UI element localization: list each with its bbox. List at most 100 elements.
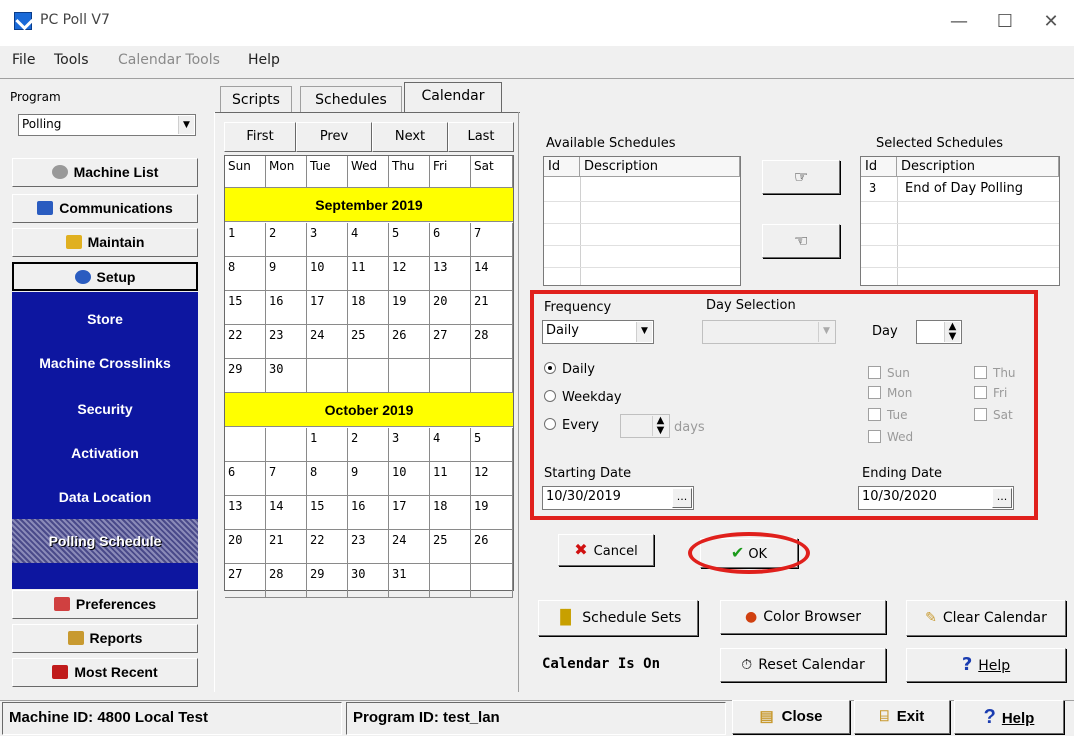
- status-help-button[interactable]: ? Help: [954, 700, 1064, 734]
- cal-last-button[interactable]: Last: [448, 122, 514, 152]
- minimize-icon[interactable]: —: [944, 8, 974, 36]
- check-fri[interactable]: Fri: [974, 386, 1007, 400]
- sub-activation[interactable]: Activation: [12, 445, 198, 461]
- calendar-day[interactable]: 21: [266, 530, 307, 564]
- ending-date-field[interactable]: 10/30/2020: [858, 486, 1014, 510]
- calendar-day[interactable]: 17: [307, 291, 348, 325]
- calendar-day[interactable]: 23: [348, 530, 389, 564]
- nav-maintain[interactable]: Maintain: [12, 228, 198, 257]
- selected-row-desc[interactable]: End of Day Polling: [905, 181, 1023, 196]
- calendar-day[interactable]: 7: [266, 462, 307, 496]
- calendar-day[interactable]: 9: [348, 462, 389, 496]
- calendar-day[interactable]: 10: [307, 257, 348, 291]
- calendar-day[interactable]: 4: [348, 223, 389, 257]
- calendar-day[interactable]: 14: [471, 257, 513, 291]
- calendar-day[interactable]: 28: [471, 325, 513, 359]
- calendar-day[interactable]: 5: [471, 428, 513, 462]
- cal-next-button[interactable]: Next: [372, 122, 448, 152]
- close-window-icon[interactable]: ✕: [1036, 8, 1066, 36]
- maximize-icon[interactable]: ☐: [990, 8, 1020, 36]
- cancel-button[interactable]: ✖ Cancel: [558, 534, 654, 566]
- calendar-day[interactable]: 22: [225, 325, 266, 359]
- calendar-day[interactable]: 27: [430, 325, 471, 359]
- calendar-day[interactable]: 19: [471, 496, 513, 530]
- frequency-select[interactable]: Daily ▼: [542, 320, 654, 344]
- calendar-day[interactable]: 7: [471, 223, 513, 257]
- remove-schedule-button[interactable]: ☜: [762, 224, 840, 258]
- calendar-day[interactable]: 25: [430, 530, 471, 564]
- radio-weekday[interactable]: Weekday: [544, 390, 622, 405]
- calendar-day[interactable]: 11: [430, 462, 471, 496]
- sub-store[interactable]: Store: [12, 311, 198, 327]
- calendar-day[interactable]: 8: [307, 462, 348, 496]
- calendar-day[interactable]: 24: [389, 530, 430, 564]
- calendar-day[interactable]: 9: [266, 257, 307, 291]
- calendar-day[interactable]: 6: [430, 223, 471, 257]
- day-selection-select[interactable]: ▼: [702, 320, 836, 344]
- color-browser-button[interactable]: ● Color Browser: [720, 600, 886, 634]
- reset-calendar-button[interactable]: ⏱ Reset Calendar: [720, 648, 886, 682]
- nav-machine-list[interactable]: Machine List: [12, 158, 198, 187]
- calendar-day[interactable]: 16: [348, 496, 389, 530]
- calendar-day[interactable]: 29: [307, 564, 348, 598]
- menu-file[interactable]: File: [12, 52, 35, 68]
- tab-calendar[interactable]: Calendar: [404, 82, 502, 112]
- calendar-day[interactable]: 28: [266, 564, 307, 598]
- tab-scripts[interactable]: Scripts: [220, 86, 292, 112]
- nav-preferences[interactable]: Preferences: [12, 590, 198, 619]
- tab-schedules[interactable]: Schedules: [300, 86, 402, 112]
- calendar-day[interactable]: 19: [389, 291, 430, 325]
- calendar-day[interactable]: 17: [389, 496, 430, 530]
- close-button[interactable]: ▤ Close: [732, 700, 850, 734]
- ending-date-picker-button[interactable]: ...: [992, 488, 1012, 508]
- radio-daily[interactable]: Daily: [544, 362, 595, 377]
- calendar-day[interactable]: 13: [225, 496, 266, 530]
- calendar-day[interactable]: 23: [266, 325, 307, 359]
- add-schedule-button[interactable]: ☞: [762, 160, 840, 194]
- day-spinner[interactable]: ▲ ▼: [916, 320, 962, 344]
- calendar-day[interactable]: 24: [307, 325, 348, 359]
- calendar-day[interactable]: 13: [430, 257, 471, 291]
- calendar-day[interactable]: 25: [348, 325, 389, 359]
- calendar-day[interactable]: 16: [266, 291, 307, 325]
- calendar-day[interactable]: 22: [307, 530, 348, 564]
- calendar-day[interactable]: 8: [225, 257, 266, 291]
- check-thu[interactable]: Thu: [974, 366, 1016, 380]
- calendar-day[interactable]: 26: [471, 530, 513, 564]
- calendar-day[interactable]: 20: [225, 530, 266, 564]
- selected-schedules-list[interactable]: Id Description 3 End of Day Polling: [860, 156, 1060, 286]
- sub-security[interactable]: Security: [12, 401, 198, 417]
- cal-prev-button[interactable]: Prev: [296, 122, 372, 152]
- menu-help[interactable]: Help: [248, 52, 280, 68]
- check-sun[interactable]: Sun: [868, 366, 910, 380]
- help-button[interactable]: ? Help: [906, 648, 1066, 682]
- calendar-day[interactable]: 15: [225, 291, 266, 325]
- starting-date-picker-button[interactable]: ...: [672, 488, 692, 508]
- calendar-day[interactable]: 1: [225, 223, 266, 257]
- calendar-day[interactable]: 14: [266, 496, 307, 530]
- selected-row-id[interactable]: 3: [869, 181, 876, 195]
- calendar-day[interactable]: 1: [307, 428, 348, 462]
- menu-tools[interactable]: Tools: [54, 52, 89, 68]
- every-days-spinner[interactable]: ▲ ▼: [620, 414, 670, 438]
- clear-calendar-button[interactable]: ✎ Clear Calendar: [906, 600, 1066, 636]
- calendar-day[interactable]: 26: [389, 325, 430, 359]
- calendar-day[interactable]: 3: [307, 223, 348, 257]
- nav-most-recent[interactable]: Most Recent: [12, 658, 198, 687]
- calendar-day[interactable]: 30: [266, 359, 307, 393]
- calendar-day[interactable]: 29: [225, 359, 266, 393]
- cal-first-button[interactable]: First: [224, 122, 296, 152]
- nav-setup[interactable]: Setup: [12, 262, 198, 291]
- program-select[interactable]: Polling ▼: [18, 114, 196, 136]
- calendar-day[interactable]: 2: [348, 428, 389, 462]
- calendar-day[interactable]: 30: [348, 564, 389, 598]
- nav-reports[interactable]: Reports: [12, 624, 198, 653]
- calendar-day[interactable]: 5: [389, 223, 430, 257]
- available-schedules-list[interactable]: Id Description: [543, 156, 741, 286]
- calendar-day[interactable]: 31: [389, 564, 430, 598]
- calendar-day[interactable]: 18: [348, 291, 389, 325]
- nav-communications[interactable]: Communications: [12, 194, 198, 223]
- calendar-day[interactable]: 10: [389, 462, 430, 496]
- sub-data-location[interactable]: Data Location: [12, 489, 198, 505]
- sub-polling-schedule[interactable]: Polling Schedule: [12, 519, 198, 563]
